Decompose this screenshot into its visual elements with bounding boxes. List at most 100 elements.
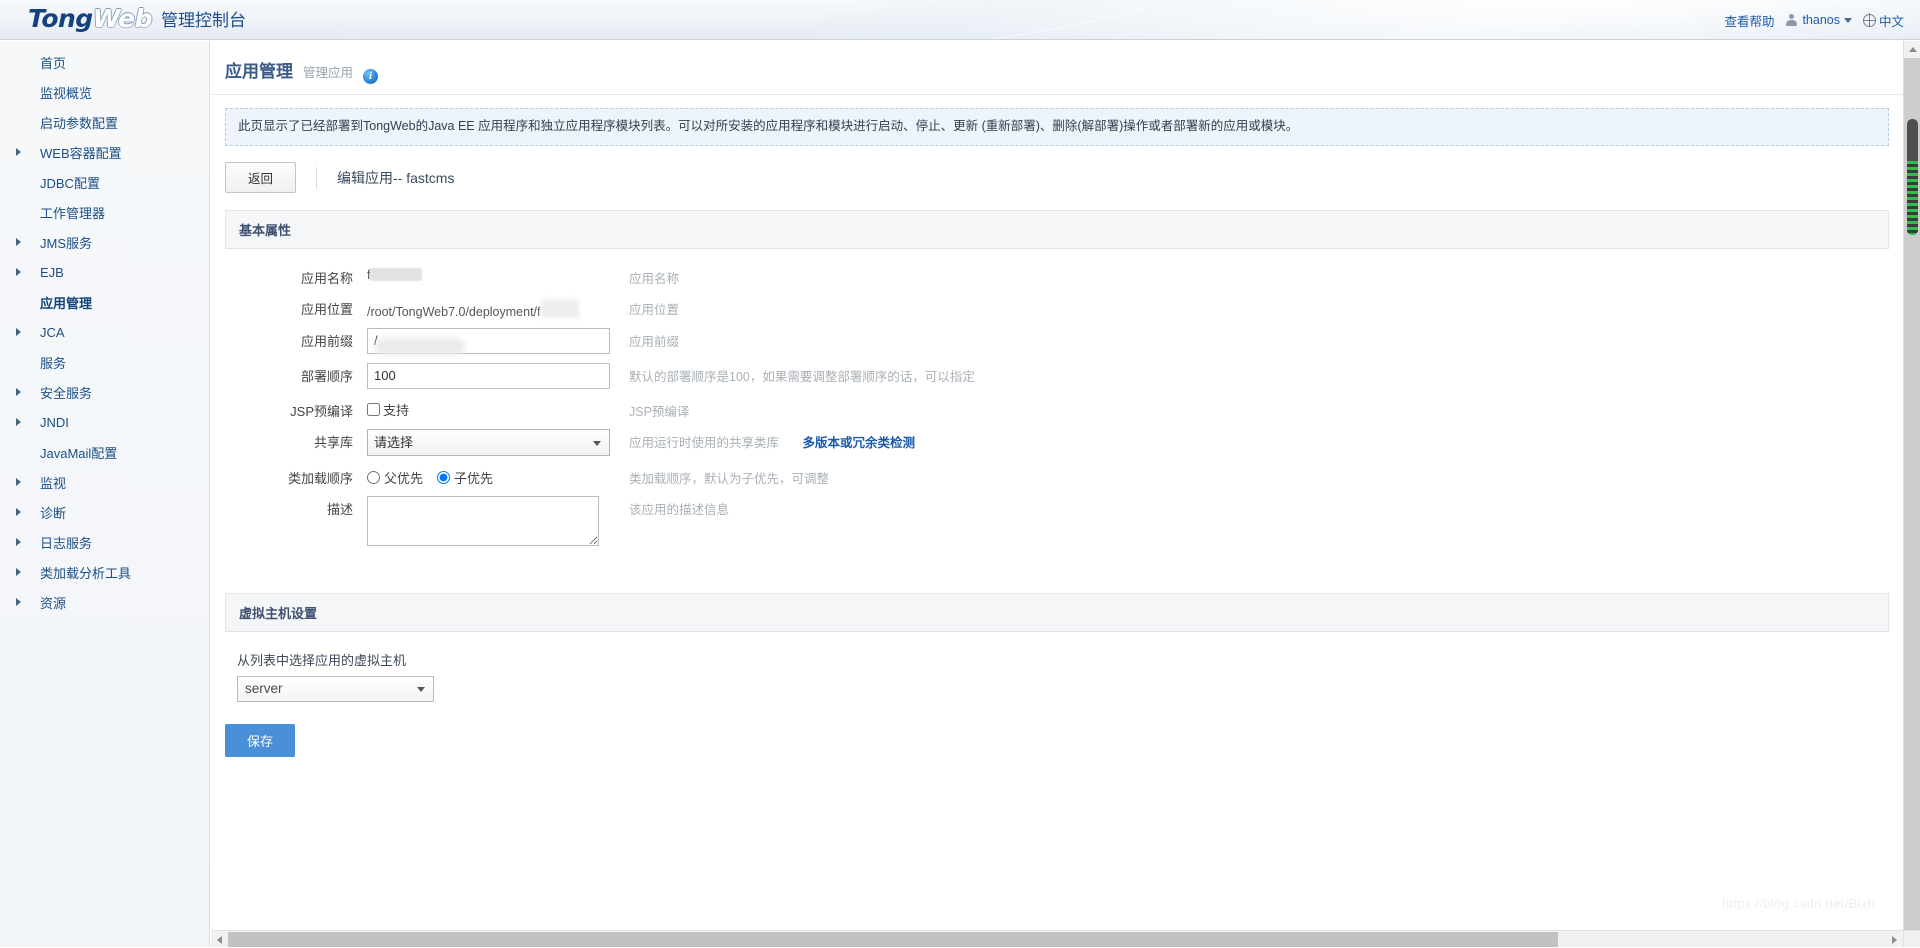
sidebar-item-18[interactable]: 资源 [0,587,209,617]
expand-arrow-icon[interactable] [12,568,24,576]
shared-lib-hint: 应用运行时使用的共享类库 多版本或冗余类检测 [629,429,915,451]
sidebar-item-8[interactable]: 应用管理 [0,287,209,317]
globe-icon [1863,14,1876,27]
app-name-value: f [367,265,422,282]
sidebar-item-label: 资源 [40,593,66,612]
sidebar-item-6[interactable]: JMS服务 [0,227,209,257]
app-prefix-label: 应用前缀 [225,328,353,350]
scroll-left-button[interactable] [211,931,228,948]
class-load-order-radio-label-0[interactable]: 父优先 [384,468,423,487]
sidebar-item-0[interactable]: 首页 [0,47,209,77]
description-textarea[interactable] [367,496,599,546]
jsp-precompile-checkbox[interactable] [367,403,380,416]
language-label[interactable]: 中文 [1879,11,1904,30]
help-link[interactable]: 查看帮助 [1724,11,1774,30]
sidebar-item-10[interactable]: 服务 [0,347,209,377]
sidebar-item-label: 安全服务 [40,383,92,402]
username-label: thanos [1802,13,1840,27]
language-switcher[interactable]: 中文 [1863,11,1904,30]
watermark-text: https://blog.csdn.net/Bixh [1722,896,1875,911]
logo-text-tong: Tong [28,4,93,33]
field-row-description: 描述 该应用的描述信息 [225,496,1889,549]
sidebar-item-label: 首页 [40,53,66,72]
logo-text-web: Web [93,4,152,33]
sidebar-item-13[interactable]: JavaMail配置 [0,437,209,467]
sidebar-item-14[interactable]: 监视 [0,467,209,497]
deploy-order-label: 部署顺序 [225,363,353,385]
expand-arrow-icon[interactable] [12,508,24,516]
deploy-order-input[interactable] [367,363,610,389]
sidebar-item-12[interactable]: JNDI [0,407,209,437]
class-load-order-hint: 类加载顺序，默认为子优先，可调整 [629,465,829,487]
sidebar-item-17[interactable]: 类加载分析工具 [0,557,209,587]
sidebar-item-label: JCA [40,325,65,340]
basic-properties-panel: 基本属性 应用名称 f 应用名称 应用位置 /root/TongWeb7.0/d… [225,210,1889,576]
field-row-jsp-precompile: JSP预编译 支持 JSP预编译 [225,398,1889,420]
info-icon[interactable]: i [363,69,378,84]
chevron-down-icon[interactable] [1844,18,1852,23]
class-load-order-radio-0[interactable] [367,471,380,484]
sidebar-item-label: JNDI [40,415,69,430]
horizontal-scroll-thumb[interactable] [228,932,1558,947]
redundant-class-detect-link[interactable]: 多版本或冗余类检测 [803,436,916,450]
expand-arrow-icon[interactable] [12,538,24,546]
expand-arrow-icon[interactable] [12,238,24,246]
redaction-mask [541,299,579,318]
scrollbar-corner [1903,930,1920,947]
sidebar-item-label: 监视概览 [40,83,92,102]
scroll-up-button[interactable] [1904,41,1920,58]
sidebar-item-label: 日志服务 [40,533,92,552]
vertical-scroll-track[interactable] [1904,58,1920,930]
expand-arrow-icon[interactable] [12,598,24,606]
jsp-precompile-hint: JSP预编译 [629,398,689,420]
basic-panel-heading: 基本属性 [225,210,1889,249]
vertical-scrollbar[interactable] [1903,41,1920,947]
field-row-deploy-order: 部署顺序 默认的部署顺序是100，如果需要调整部署顺序的话，可以指定 [225,363,1889,389]
save-button[interactable]: 保存 [225,724,295,757]
class-load-order-radio-1[interactable] [437,471,450,484]
user-menu[interactable]: thanos [1785,13,1852,27]
header-right-menu: 查看帮助 thanos 中文 [1724,0,1904,40]
page-subtitle: 管理应用 [303,62,353,81]
vertical-scroll-thumb[interactable] [1906,118,1919,236]
expand-arrow-icon[interactable] [12,328,24,336]
expand-arrow-icon[interactable] [12,148,24,156]
field-row-app-path: 应用位置 /root/TongWeb7.0/deployment/f 应用位置 [225,296,1889,319]
deploy-order-hint: 默认的部署顺序是100，如果需要调整部署顺序的话，可以指定 [629,363,975,385]
sidebar-item-2[interactable]: 启动参数配置 [0,107,209,137]
class-load-order-radio-group[interactable]: 父优先 子优先 [367,465,610,487]
sidebar-item-5[interactable]: 工作管理器 [0,197,209,227]
action-toolbar: 返回 编辑应用-- fastcms [225,163,1903,193]
sidebar-item-11[interactable]: 安全服务 [0,377,209,407]
shared-lib-select[interactable]: 请选择 [367,429,610,456]
sidebar-item-1[interactable]: 监视概览 [0,77,209,107]
expand-arrow-icon[interactable] [12,478,24,486]
class-load-order-radio-label-1[interactable]: 子优先 [454,468,493,487]
sidebar-item-label: WEB容器配置 [40,143,122,162]
expand-arrow-icon[interactable] [12,388,24,396]
sidebar-item-label: JDBC配置 [40,173,100,192]
sidebar-item-7[interactable]: EJB [0,257,209,287]
scroll-right-button[interactable] [1886,931,1903,948]
sidebar-item-3[interactable]: WEB容器配置 [0,137,209,167]
field-row-class-load-order: 类加载顺序 父优先子优先 类加载顺序，默认为子优先，可调整 [225,465,1889,487]
sidebar-item-15[interactable]: 诊断 [0,497,209,527]
sidebar-navigation: 首页监视概览启动参数配置 WEB容器配置 JDBC配置工作管理器 JMS服务 EJB 应用… [0,41,210,947]
page-title: 应用管理 [225,57,293,82]
sidebar-item-9[interactable]: JCA [0,317,209,347]
vhost-select[interactable]: server [237,676,434,702]
expand-arrow-icon[interactable] [12,268,24,276]
horizontal-scrollbar[interactable] [211,930,1903,947]
jsp-precompile-checkbox-label[interactable]: 支持 [383,400,409,419]
back-button[interactable]: 返回 [225,162,296,193]
sidebar-item-4[interactable]: JDBC配置 [0,167,209,197]
toolbar-divider [316,167,317,189]
edit-app-title: 编辑应用-- fastcms [337,168,454,188]
expand-arrow-icon[interactable] [12,418,24,426]
sidebar-item-label: 应用管理 [40,293,92,312]
sidebar-item-16[interactable]: 日志服务 [0,527,209,557]
app-logo[interactable]: TongWeb 管理控制台 [28,6,246,32]
info-banner: 此页显示了已经部署到TongWeb的Java EE 应用程序和独立应用程序模块列… [225,108,1889,146]
app-prefix-input[interactable] [367,328,610,354]
sidebar-item-label: JMS服务 [40,233,92,252]
